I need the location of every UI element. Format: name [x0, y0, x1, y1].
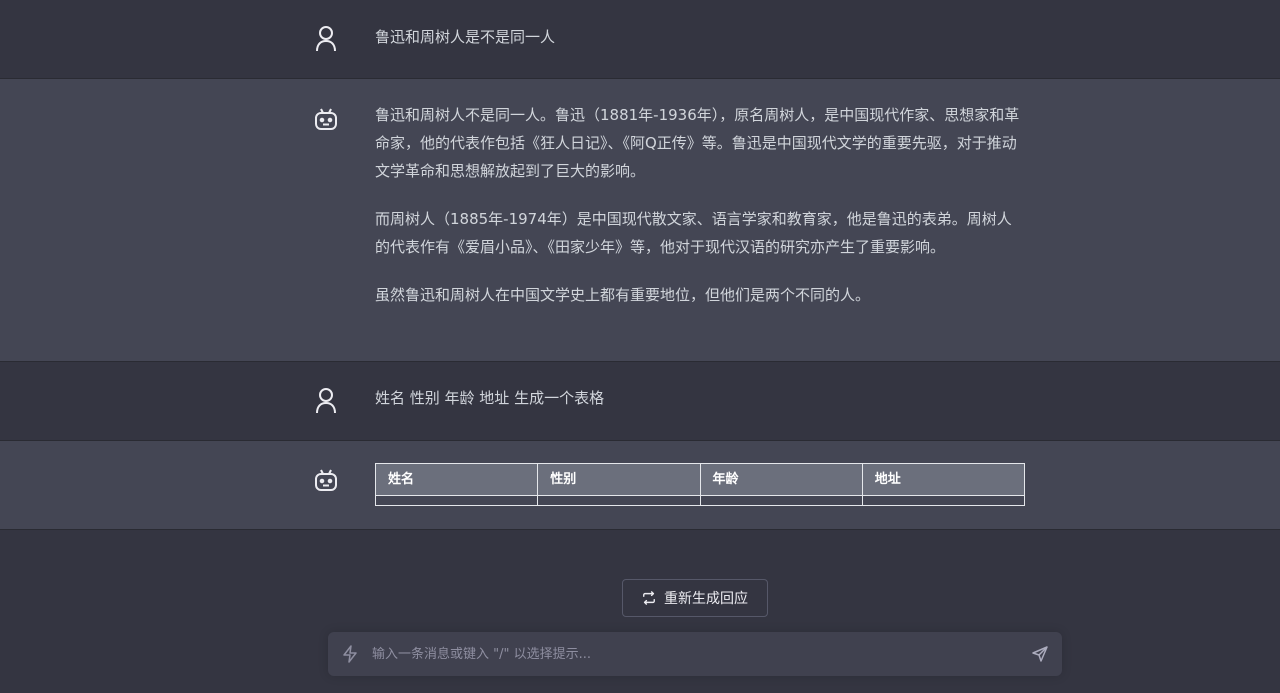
assistant-paragraph: 鲁迅和周树人不是同一人。鲁迅（1881年-1936年），原名周树人，是中国现代作… — [375, 106, 1020, 180]
table-header-cell: 地址 — [861, 463, 1026, 496]
message-row-user-1: 鲁迅和周树人是不是同一人 — [0, 0, 1280, 79]
assistant-message-1: 鲁迅和周树人不是同一人。鲁迅（1881年-1936年），原名周树人，是中国现代作… — [375, 101, 1025, 309]
assistant-message-2: 姓名 性别 年龄 地址 — [374, 463, 1026, 506]
user-icon — [316, 388, 336, 414]
table-cell — [537, 495, 701, 506]
table-cell — [374, 495, 539, 506]
bot-avatar — [312, 466, 340, 494]
regenerate-label: 重新生成回应 — [664, 591, 748, 607]
table-header-cell: 性别 — [537, 463, 701, 496]
table-header-cell: 年龄 — [699, 463, 863, 496]
message-row-user-2: 姓名 性别 年龄 地址 生成一个表格 — [0, 362, 1280, 441]
message-input[interactable] — [370, 645, 1018, 663]
robot-icon — [315, 108, 337, 130]
message-row-assistant-1: 鲁迅和周树人不是同一人。鲁迅（1881年-1936年），原名周树人，是中国现代作… — [0, 79, 1280, 362]
refresh-icon — [643, 591, 655, 605]
assistant-paragraph: 而周树人（1885年-1974年）是中国现代散文家、语言学家和教育家，他是鲁迅的… — [375, 210, 1012, 256]
message-input-container — [328, 632, 1062, 676]
bolt-icon — [343, 645, 357, 663]
user-message-1: 鲁迅和周树人是不是同一人 — [375, 23, 1025, 51]
regenerate-button[interactable]: 重新生成回应 — [622, 579, 768, 617]
bot-avatar — [312, 105, 340, 133]
user-avatar — [312, 387, 340, 415]
message-row-assistant-2: 姓名 性别 年龄 地址 — [0, 441, 1280, 530]
robot-icon — [315, 469, 337, 491]
user-message-text: 姓名 性别 年龄 地址 生成一个表格 — [375, 389, 605, 407]
user-message-2: 姓名 性别 年龄 地址 生成一个表格 — [375, 384, 1025, 412]
user-message-text: 鲁迅和周树人是不是同一人 — [375, 28, 556, 46]
user-avatar — [312, 25, 340, 53]
table-row — [374, 495, 1026, 506]
table-header-cell: 姓名 — [374, 463, 539, 496]
prompt-button[interactable] — [330, 645, 370, 663]
user-icon — [316, 26, 336, 52]
send-button[interactable] — [1018, 645, 1062, 663]
table-header-row: 姓名 性别 年龄 地址 — [374, 463, 1026, 496]
table-cell — [699, 495, 863, 506]
table-cell — [861, 495, 1026, 506]
assistant-paragraph: 虽然鲁迅和周树人在中国文学史上都有重要地位，但他们是两个不同的人。 — [375, 286, 871, 304]
generated-table: 姓名 性别 年龄 地址 — [374, 463, 1026, 506]
send-icon — [1032, 646, 1048, 662]
